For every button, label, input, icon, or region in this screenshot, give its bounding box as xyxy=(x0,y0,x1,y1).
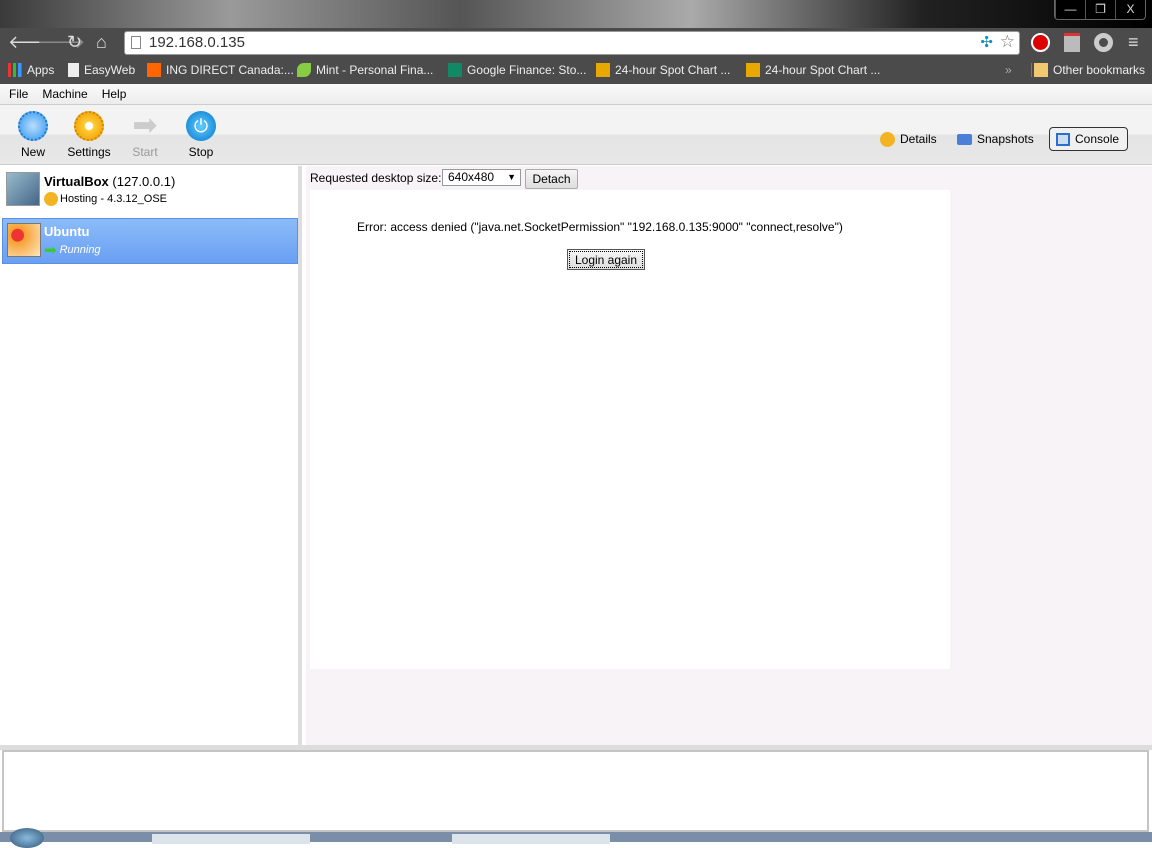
start-button[interactable]: ➡ Start xyxy=(120,109,170,160)
kitco-icon xyxy=(746,63,760,77)
bookmarks-overflow[interactable]: » xyxy=(1005,63,1012,77)
url-text: 192.168.0.135 xyxy=(149,34,245,51)
extension-download-icon[interactable] xyxy=(1064,33,1080,52)
other-bookmarks[interactable]: Other bookmarks xyxy=(1031,63,1145,77)
bookmark-spot-chart-1[interactable]: 24-hour Spot Chart ... xyxy=(596,63,730,77)
new-button[interactable]: New xyxy=(8,111,58,159)
menu-machine[interactable]: Machine xyxy=(42,84,87,104)
ing-icon xyxy=(147,63,161,77)
chevron-down-icon: ▼ xyxy=(507,172,516,182)
tab-snapshots[interactable]: Snapshots xyxy=(951,127,1040,151)
stop-button[interactable]: ⏻ Stop xyxy=(176,111,226,159)
tab-console[interactable]: Console xyxy=(1049,127,1128,151)
vm-list: VirtualBox (127.0.0.1) Hosting - 4.3.12_… xyxy=(0,166,302,745)
gear-icon xyxy=(880,131,895,147)
bookmark-easyweb[interactable]: EasyWeb xyxy=(68,63,135,77)
menu-bar: File Machine Help xyxy=(0,84,1152,105)
bookmark-mint[interactable]: Mint - Personal Fina... xyxy=(297,63,433,77)
window-controls: — ❐ X xyxy=(1054,0,1146,20)
log-panel xyxy=(2,750,1149,832)
home-icon[interactable]: ⌂ xyxy=(96,32,107,52)
vm-ubuntu[interactable]: Ubuntu ➡ Running xyxy=(2,218,298,264)
desktop-size-select[interactable]: 640x480 ▼ xyxy=(442,169,521,186)
adblock-icon[interactable] xyxy=(1031,33,1050,52)
os-taskbar xyxy=(0,828,1152,848)
vm-host-virtualbox[interactable]: VirtualBox (127.0.0.1) Hosting - 4.3.12_… xyxy=(2,170,298,216)
menu-file[interactable]: File xyxy=(9,84,28,104)
star-icon[interactable]: ☆ xyxy=(1000,31,1015,53)
tab-details[interactable]: Details xyxy=(874,127,943,151)
bookmark-apps[interactable]: Apps xyxy=(8,63,54,77)
taskbar-item[interactable] xyxy=(152,834,310,844)
detach-button[interactable]: Detach xyxy=(525,169,578,189)
page-icon xyxy=(68,63,79,77)
login-again-button[interactable]: Login again xyxy=(567,249,645,270)
google-finance-icon xyxy=(448,63,462,77)
running-arrow-icon: ➡ xyxy=(44,242,57,259)
menu-icon[interactable]: ≡ xyxy=(1128,32,1139,53)
gear-icon xyxy=(44,192,58,206)
kitco-icon xyxy=(596,63,610,77)
bookmark-google-finance[interactable]: Google Finance: Sto... xyxy=(448,63,586,77)
leaf-icon xyxy=(297,63,311,77)
console-screen[interactable]: Error: access denied ("java.net.SocketPe… xyxy=(310,190,950,669)
extension-ring-icon[interactable] xyxy=(1094,33,1113,52)
arrow-right-icon: ➡ xyxy=(132,109,158,142)
new-starburst-icon xyxy=(18,111,48,141)
desktop-size-label: Requested desktop size: xyxy=(310,171,442,185)
window-titlebar: — ❐ X xyxy=(0,0,1152,28)
minimize-button[interactable]: — xyxy=(1055,0,1085,19)
power-icon: ⏻ xyxy=(186,111,216,141)
bookmarks-bar: Apps EasyWeb ING DIRECT Canada:... Mint … xyxy=(0,58,1152,84)
page-icon xyxy=(131,36,141,49)
bookmark-ing[interactable]: ING DIRECT Canada:... xyxy=(147,63,294,77)
monitor-icon xyxy=(1056,132,1070,146)
reload-icon[interactable]: ↻ xyxy=(67,32,82,52)
gear-icon xyxy=(74,111,104,141)
folder-icon xyxy=(1034,63,1048,77)
restore-button[interactable]: ❐ xyxy=(1085,0,1115,19)
close-button[interactable]: X xyxy=(1115,0,1145,19)
apps-grid-icon xyxy=(8,63,22,77)
extension-icon[interactable]: ✣ xyxy=(980,32,993,54)
menu-help[interactable]: Help xyxy=(102,84,127,104)
settings-button[interactable]: Settings xyxy=(64,111,114,159)
taskbar-item[interactable] xyxy=(452,834,610,844)
address-bar[interactable]: 192.168.0.135 ✣ ☆ xyxy=(124,31,1020,55)
virtualbox-icon xyxy=(6,172,40,206)
camera-icon xyxy=(957,133,972,145)
bookmark-spot-chart-2[interactable]: 24-hour Spot Chart ... xyxy=(746,63,880,77)
ubuntu-os-icon xyxy=(7,223,41,257)
start-orb-icon[interactable] xyxy=(10,828,44,848)
error-message: Error: access denied ("java.net.SocketPe… xyxy=(357,220,843,234)
